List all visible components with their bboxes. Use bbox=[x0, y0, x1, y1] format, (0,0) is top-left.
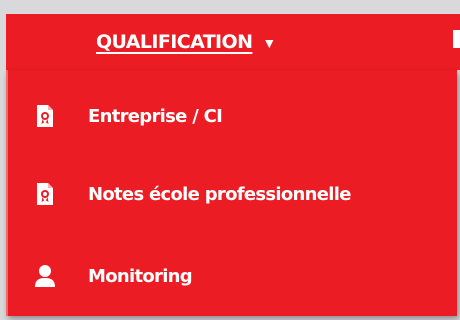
menu-item-label: Entreprise / CI bbox=[88, 105, 223, 127]
certificate-document-icon bbox=[34, 181, 56, 207]
menu-item-notes-ecole-professionnelle[interactable]: Notes école professionnelle bbox=[8, 164, 457, 224]
qualification-nav-button[interactable]: QUALIFICATION ▼ bbox=[96, 14, 276, 70]
next-nav-item-edge bbox=[453, 30, 460, 48]
certificate-document-icon bbox=[34, 103, 56, 129]
menu-item-monitoring[interactable]: Monitoring bbox=[8, 246, 457, 306]
menu-item-entreprise-ci[interactable]: Entreprise / CI bbox=[8, 86, 457, 146]
top-nav-bar-right-segment bbox=[398, 14, 460, 70]
menu-item-label: Notes école professionnelle bbox=[88, 183, 351, 205]
menu-item-label: Monitoring bbox=[88, 265, 193, 287]
qualification-nav-label: QUALIFICATION bbox=[96, 31, 253, 53]
caret-down-icon: ▼ bbox=[262, 35, 277, 51]
qualification-dropdown-menu: Entreprise / CI Notes école professionne… bbox=[6, 70, 457, 316]
screenshot-frame: QUALIFICATION ▼ Entreprise / CI Notes éc… bbox=[0, 0, 460, 320]
user-icon bbox=[34, 263, 56, 289]
